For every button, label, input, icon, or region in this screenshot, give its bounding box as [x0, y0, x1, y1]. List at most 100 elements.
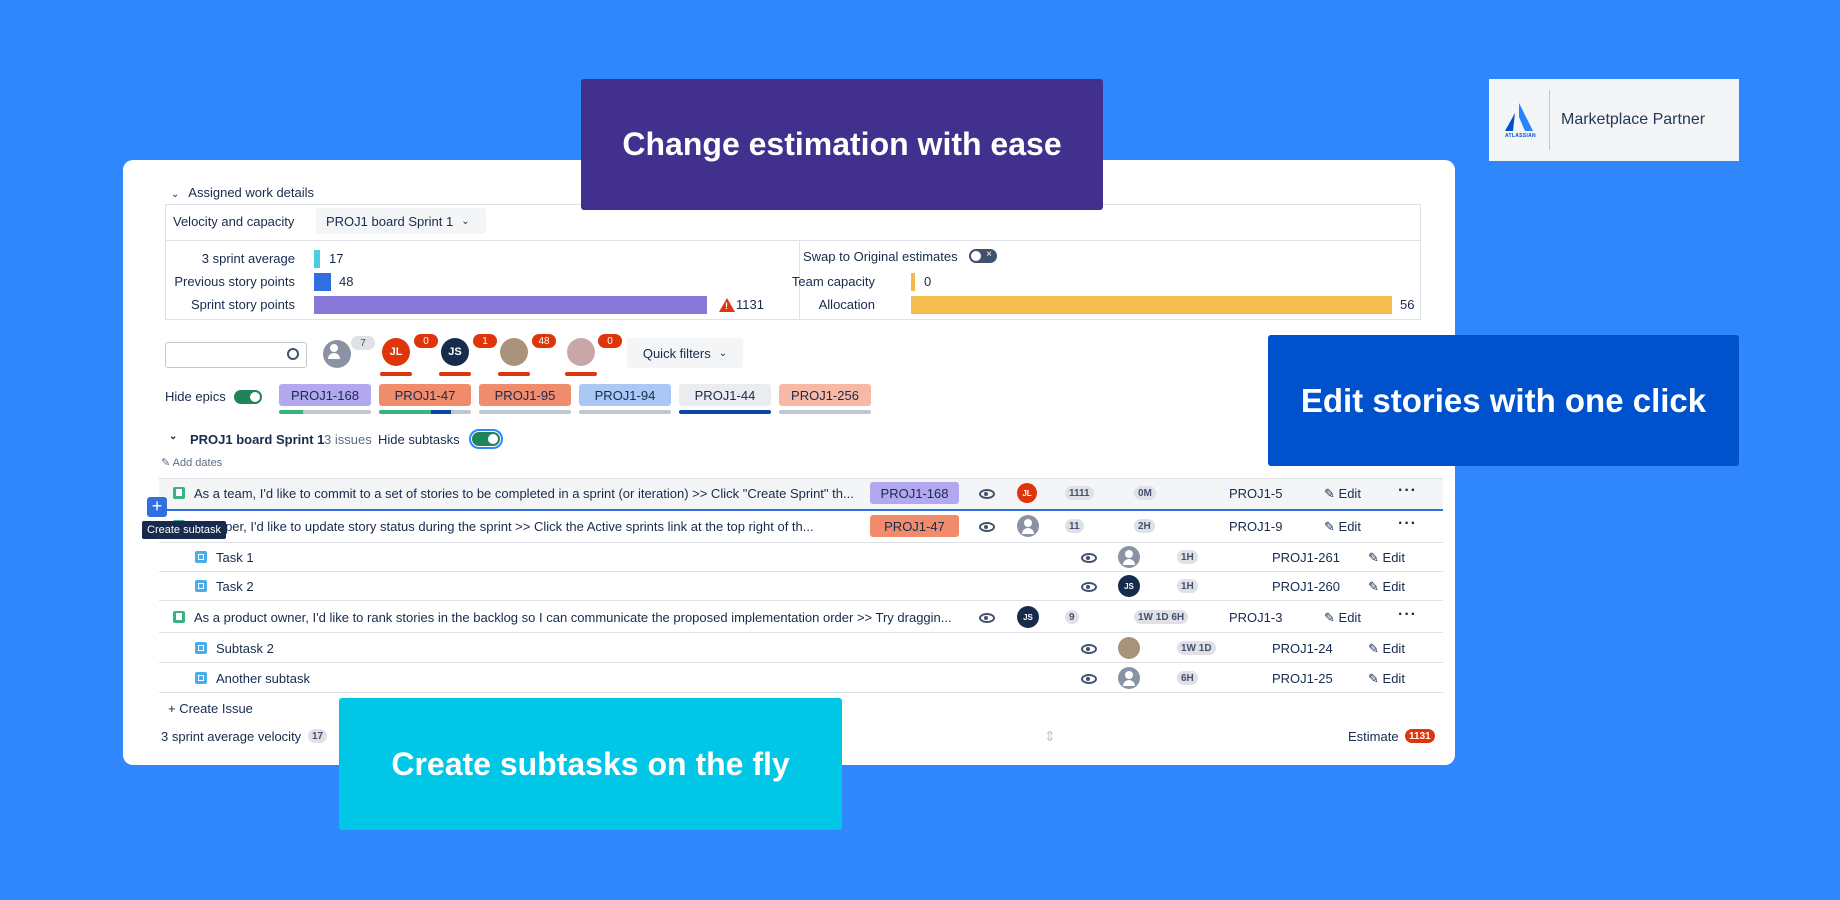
avatar-count-badge: 0 [598, 334, 622, 348]
create-issue-button[interactable]: + Create Issue [168, 701, 253, 716]
story-points-pill[interactable]: 11 [1065, 519, 1084, 533]
section-header[interactable]: ⌄ Assigned work details [171, 185, 314, 200]
avatar-photo[interactable] [567, 338, 595, 366]
issue-summary[interactable]: Another subtask [216, 671, 310, 686]
issue-summary[interactable]: Task 2 [216, 579, 254, 594]
sprint-name: PROJ1 board Sprint 1 [190, 432, 325, 447]
issue-summary[interactable]: eveloper, I'd like to update story statu… [194, 519, 864, 534]
search-icon [287, 348, 299, 360]
avatar-js[interactable]: JS [1017, 606, 1039, 628]
hide-subtasks-toggle[interactable] [472, 432, 500, 446]
search-input[interactable] [165, 342, 307, 368]
add-dates-link[interactable]: ✎ Add dates [161, 456, 222, 469]
table-row[interactable] [159, 633, 1443, 663]
table-row[interactable] [159, 543, 1443, 572]
table-row[interactable] [159, 663, 1443, 693]
more-icon[interactable]: ··· [1398, 606, 1417, 624]
eye-icon[interactable] [1081, 674, 1097, 684]
avatar-js[interactable]: JS [441, 338, 469, 366]
resize-handle-icon[interactable]: ⇕ [1044, 728, 1056, 745]
issue-summary[interactable]: As a product owner, I'd like to rank sto… [194, 610, 954, 625]
issue-summary[interactable]: Task 1 [216, 550, 254, 565]
avatar-underline [565, 372, 597, 376]
edit-button[interactable]: ✎ Edit [1368, 641, 1405, 657]
quick-filters-button[interactable]: Quick filters ⌄ [627, 338, 743, 368]
edit-button[interactable]: ✎ Edit [1324, 486, 1361, 502]
issue-summary[interactable]: Subtask 2 [216, 641, 274, 656]
story-icon [173, 611, 185, 623]
more-icon[interactable]: ··· [1398, 515, 1417, 533]
chevron-down-icon: ⌄ [171, 189, 180, 200]
estimate-label: Estimate [1348, 729, 1399, 744]
pencil-icon: ✎ [1368, 579, 1379, 594]
time-estimate-pill[interactable]: 1W 1D 6H [1134, 610, 1189, 624]
avatar-jl[interactable]: JL [382, 338, 410, 366]
edit-button[interactable]: ✎ Edit [1368, 550, 1405, 566]
time-estimate-pill[interactable]: 1H [1177, 550, 1198, 564]
epic-progress [379, 410, 471, 414]
eye-icon[interactable] [979, 489, 995, 499]
avatar-js[interactable]: JS [1118, 575, 1140, 597]
avatar-photo[interactable] [500, 338, 528, 366]
epic-progress [279, 410, 371, 414]
sprint-select-value: PROJ1 board Sprint 1 [326, 213, 454, 229]
eye-icon[interactable] [979, 613, 995, 623]
epic-chip[interactable]: PROJ1-256 [779, 384, 871, 406]
epic-chip[interactable]: PROJ1-47 [379, 384, 471, 406]
time-estimate-pill[interactable]: 0M [1134, 486, 1156, 500]
table-row[interactable] [159, 572, 1443, 601]
hide-subtasks-label: Hide subtasks [378, 432, 460, 447]
story-points-pill[interactable]: 1111 [1065, 486, 1094, 500]
eye-icon[interactable] [1081, 553, 1097, 563]
avatar-jl[interactable]: JL [1017, 483, 1037, 503]
sprint-select[interactable]: PROJ1 board Sprint 1 ⌄ [316, 208, 486, 234]
story-points-pill[interactable]: 9 [1065, 610, 1079, 624]
edit-button[interactable]: ✎ Edit [1368, 579, 1405, 595]
issue-key[interactable]: PROJ1-260 [1272, 579, 1340, 594]
epic-chip[interactable]: PROJ1-44 [679, 384, 771, 406]
epic-chip[interactable]: PROJ1-168 [279, 384, 371, 406]
edit-button[interactable]: ✎ Edit [1324, 519, 1361, 535]
epic-chip[interactable]: PROJ1-94 [579, 384, 671, 406]
metric-value: 48 [339, 274, 354, 289]
issue-key[interactable]: PROJ1-261 [1272, 550, 1340, 565]
avatar-photo[interactable] [1118, 637, 1140, 659]
more-icon[interactable]: ··· [1398, 482, 1417, 500]
avatar-count-badge: 0 [414, 334, 438, 348]
issue-key[interactable]: PROJ1-9 [1229, 519, 1282, 534]
hide-epics-toggle[interactable] [234, 390, 262, 404]
velocity-label: Velocity and capacity [173, 214, 295, 229]
time-estimate-pill[interactable]: 1W 1D [1177, 641, 1216, 655]
chevron-down-icon[interactable]: ⌄ [169, 431, 177, 442]
pencil-icon: ✎ [1368, 641, 1379, 656]
edit-button[interactable]: ✎ Edit [1368, 671, 1405, 687]
swap-toggle[interactable]: × [969, 249, 997, 263]
epic-progress [779, 410, 871, 414]
team-capacity-value: 0 [924, 274, 932, 289]
time-estimate-pill[interactable]: 1H [1177, 579, 1198, 593]
avatar-unassigned[interactable] [1118, 667, 1140, 689]
issue-summary[interactable]: As a team, I'd like to commit to a set o… [194, 486, 874, 501]
avatar-unassigned[interactable] [1118, 546, 1140, 568]
allocation-bar [911, 296, 1392, 314]
pencil-icon: ✎ [1324, 519, 1335, 534]
issue-key[interactable]: PROJ1-24 [1272, 641, 1333, 656]
issue-key[interactable]: PROJ1-25 [1272, 671, 1333, 686]
edit-button[interactable]: ✎ Edit [1324, 610, 1361, 626]
create-subtask-button[interactable]: + [147, 497, 167, 517]
metric-label: 3 sprint average [201, 251, 295, 266]
epic-chip[interactable]: PROJ1-168 [870, 482, 959, 504]
avatar-unassigned[interactable] [1017, 515, 1039, 537]
avatar-unassigned[interactable] [323, 340, 351, 368]
subtask-icon [195, 672, 207, 684]
time-estimate-pill[interactable]: 6H [1177, 671, 1198, 685]
avatar-count-badge: 1 [473, 334, 497, 348]
issue-key[interactable]: PROJ1-3 [1229, 610, 1282, 625]
epic-chip[interactable]: PROJ1-47 [870, 515, 959, 537]
eye-icon[interactable] [1081, 644, 1097, 654]
issue-key[interactable]: PROJ1-5 [1229, 486, 1282, 501]
epic-chip[interactable]: PROJ1-95 [479, 384, 571, 406]
eye-icon[interactable] [979, 522, 995, 532]
time-estimate-pill[interactable]: 2H [1134, 519, 1155, 533]
eye-icon[interactable] [1081, 582, 1097, 592]
